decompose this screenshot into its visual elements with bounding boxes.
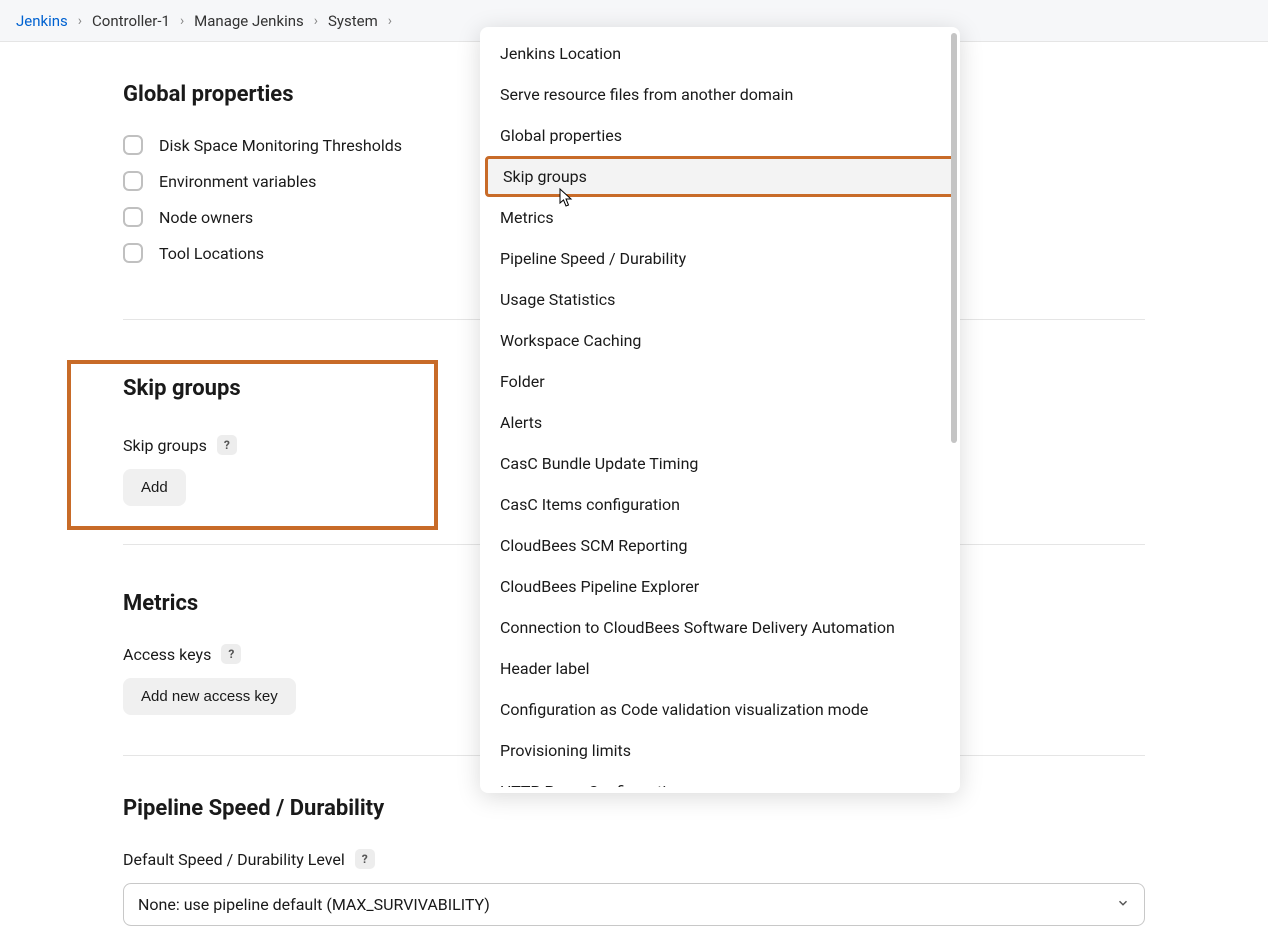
chevron-right-icon: › <box>384 13 396 29</box>
popover-item[interactable]: CasC Items configuration <box>480 484 960 525</box>
breadcrumb-system[interactable]: System <box>328 12 378 30</box>
checkbox-label: Node owners <box>159 208 253 227</box>
checkbox-icon[interactable] <box>123 171 143 191</box>
field-label-text: Skip groups <box>123 436 207 455</box>
nav-popover: Jenkins LocationServe resource files fro… <box>480 27 960 793</box>
section-pipeline-speed: Pipeline Speed / Durability Default Spee… <box>123 796 1145 926</box>
popover-item[interactable]: Serve resource files from another domain <box>480 74 960 115</box>
popover-item[interactable]: CloudBees SCM Reporting <box>480 525 960 566</box>
popover-item[interactable]: Configuration as Code validation visuali… <box>480 689 960 730</box>
popover-item[interactable]: CloudBees Pipeline Explorer <box>480 566 960 607</box>
checkbox-icon[interactable] <box>123 135 143 155</box>
add-access-key-button[interactable]: Add new access key <box>123 678 296 715</box>
popover-item[interactable]: Metrics <box>480 197 960 238</box>
checkbox-label: Disk Space Monitoring Thresholds <box>159 136 402 155</box>
section-title-pipeline: Pipeline Speed / Durability <box>123 796 1145 821</box>
durability-select[interactable]: None: use pipeline default (MAX_SURVIVAB… <box>123 883 1145 926</box>
popover-item[interactable]: Provisioning limits <box>480 730 960 771</box>
checkbox-icon[interactable] <box>123 243 143 263</box>
chevron-right-icon: › <box>310 13 322 29</box>
select-value: None: use pipeline default (MAX_SURVIVAB… <box>138 895 490 914</box>
popover-item[interactable]: CasC Bundle Update Timing <box>480 443 960 484</box>
chevron-right-icon: › <box>74 13 86 29</box>
popover-item[interactable]: Header label <box>480 648 960 689</box>
popover-item[interactable]: Folder <box>480 361 960 402</box>
breadcrumb-manage[interactable]: Manage Jenkins <box>194 12 304 30</box>
help-icon[interactable]: ? <box>355 849 375 869</box>
highlight-skip-groups: Skip groups Skip groups ? Add <box>67 360 438 530</box>
popover-item[interactable]: Alerts <box>480 402 960 443</box>
popover-item[interactable]: Jenkins Location <box>480 33 960 74</box>
chevron-down-icon <box>1116 895 1130 914</box>
checkbox-label: Tool Locations <box>159 244 264 263</box>
scrollbar-track[interactable] <box>950 27 960 459</box>
checkbox-label: Environment variables <box>159 172 316 191</box>
popover-item[interactable]: Usage Statistics <box>480 279 960 320</box>
section-title-skip: Skip groups <box>123 376 382 401</box>
popover-item[interactable]: HTTP Proxy Configuration <box>480 771 960 787</box>
breadcrumb-jenkins[interactable]: Jenkins <box>16 12 68 30</box>
help-icon[interactable]: ? <box>217 435 237 455</box>
help-icon[interactable]: ? <box>221 644 241 664</box>
field-label-text: Access keys <box>123 645 211 664</box>
field-label-skip: Skip groups ? <box>123 435 382 455</box>
field-label-durability: Default Speed / Durability Level ? <box>123 849 1145 869</box>
add-skip-group-button[interactable]: Add <box>123 469 186 506</box>
chevron-right-icon: › <box>176 13 188 29</box>
popover-scroll[interactable]: Jenkins LocationServe resource files fro… <box>480 33 960 787</box>
popover-item[interactable]: Pipeline Speed / Durability <box>480 238 960 279</box>
popover-item[interactable]: Workspace Caching <box>480 320 960 361</box>
checkbox-icon[interactable] <box>123 207 143 227</box>
popover-item[interactable]: Connection to CloudBees Software Deliver… <box>480 607 960 648</box>
popover-item[interactable]: Global properties <box>480 115 960 156</box>
popover-item[interactable]: Skip groups <box>485 156 955 197</box>
field-label-text: Default Speed / Durability Level <box>123 850 345 869</box>
scrollbar-thumb[interactable] <box>951 33 957 443</box>
breadcrumb-controller[interactable]: Controller-1 <box>92 12 170 30</box>
